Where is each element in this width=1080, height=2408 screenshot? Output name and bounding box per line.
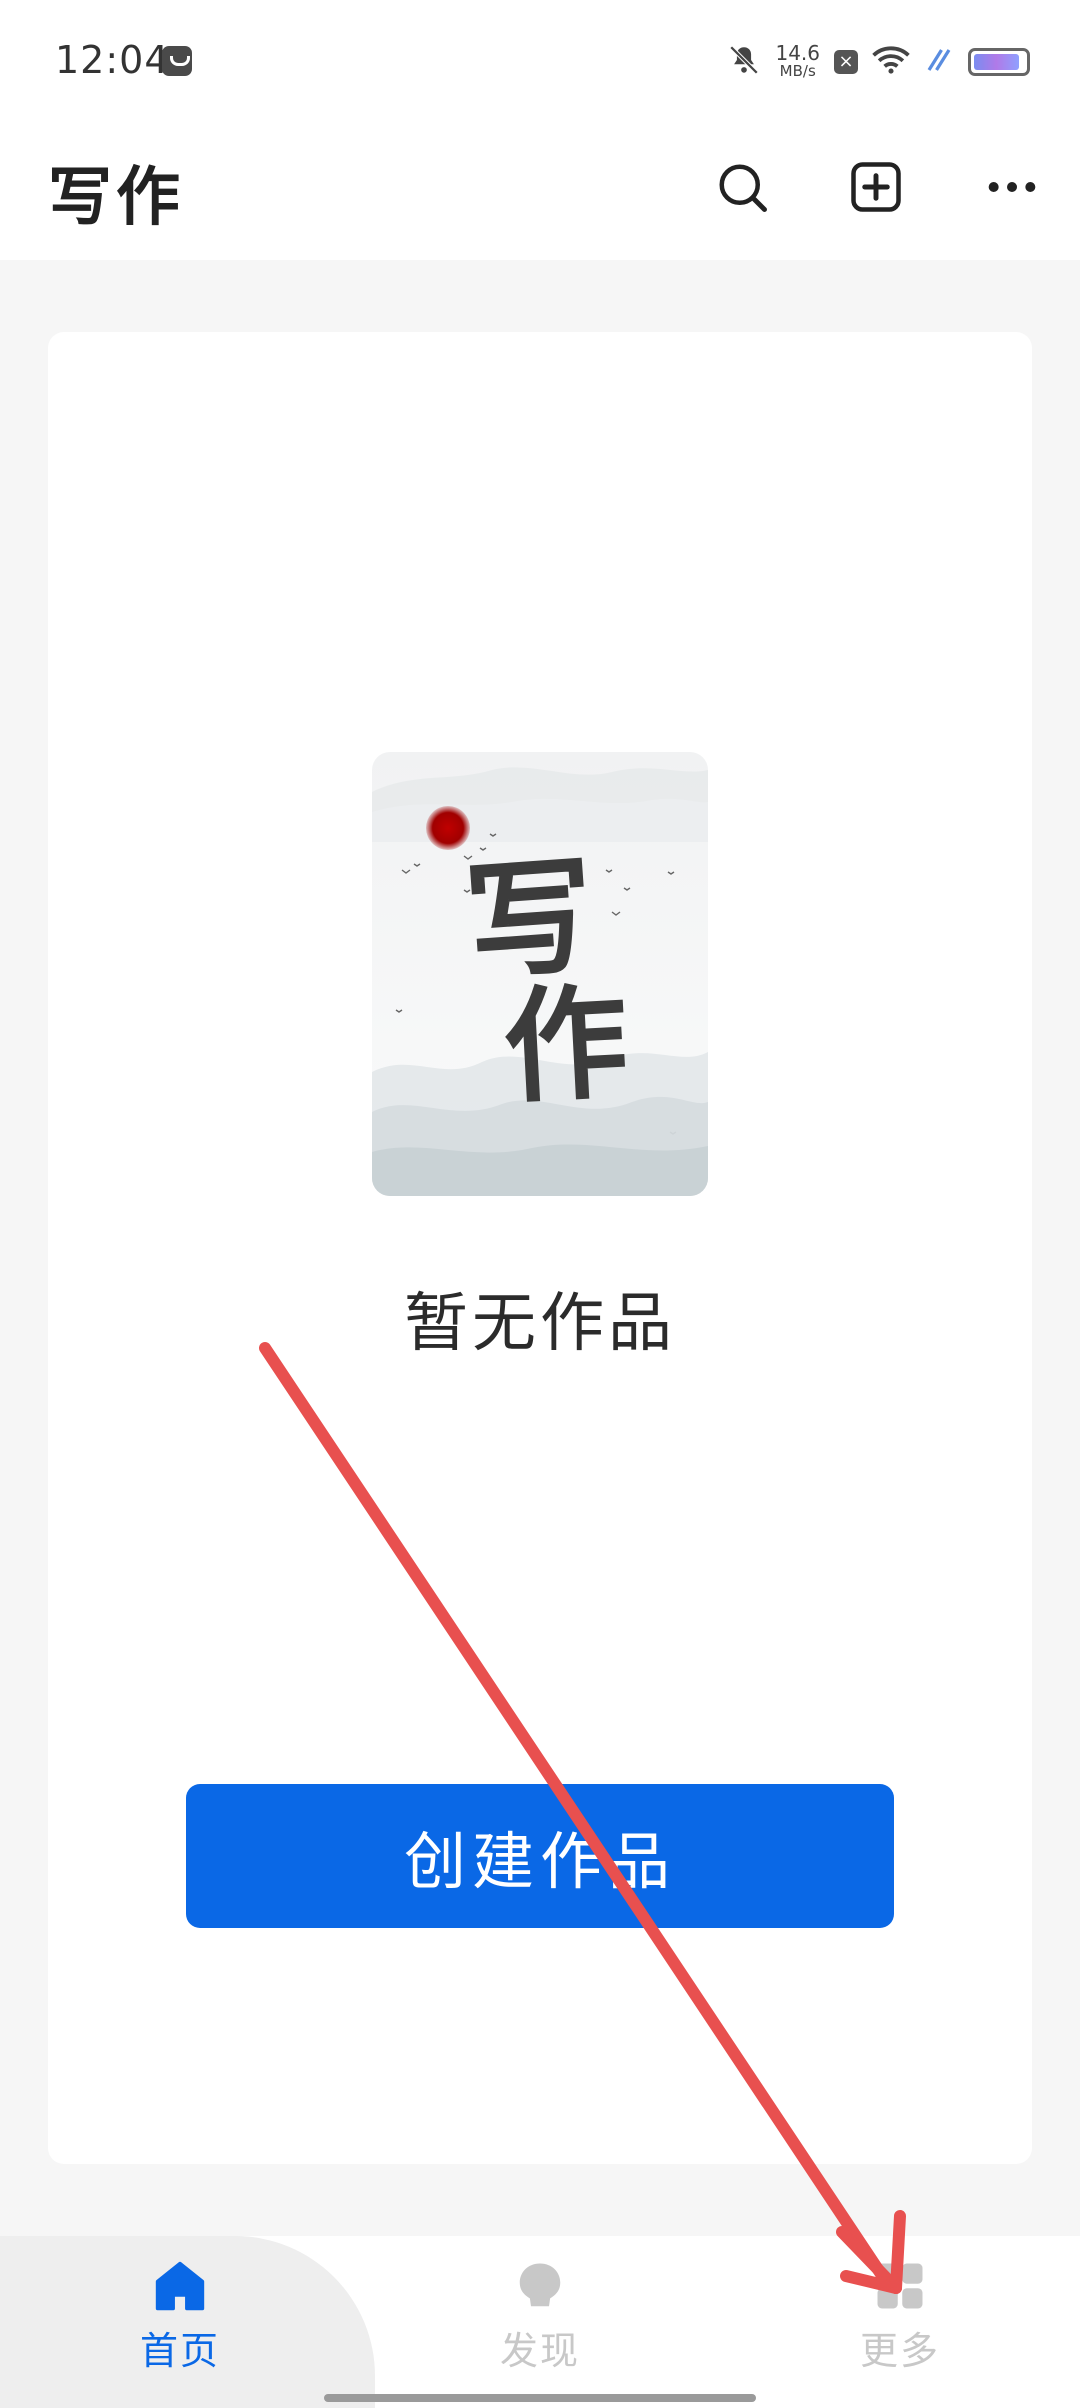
calligraphy-bottom: 作 (500, 970, 631, 1121)
close-badge-icon: × (834, 50, 858, 74)
empty-state-message: 暂无作品 (404, 1287, 676, 1361)
bell-muted-icon (727, 43, 761, 81)
more-button[interactable] (977, 152, 1047, 222)
bottom-nav: 首页 发现 更多 (0, 2236, 1080, 2408)
nav-label-home: 首页 (139, 2329, 220, 2373)
nav-label-discover: 发现 (499, 2329, 580, 2373)
create-work-button[interactable]: 创建作品 (186, 1784, 894, 1928)
net-speed-unit: MB/s (779, 62, 816, 80)
more-dots-icon (988, 182, 1036, 192)
nav-item-more[interactable]: 更多 (800, 2258, 1000, 2388)
grid-more-icon (872, 2258, 928, 2314)
add-square-icon (851, 162, 901, 212)
home-icon (152, 2258, 208, 2314)
status-icons: 14.6 MB/s × (727, 42, 1030, 82)
screen: 12:04 14.6 MB/s × 写作 写 作 暂无作品 创建作品 首页 发现… (0, 0, 1080, 2408)
charging-icon (924, 45, 954, 79)
discover-bulb-icon (512, 2258, 568, 2314)
writing-illustration: 写 作 (372, 752, 708, 1196)
battery-level (974, 54, 1019, 70)
notification-app-icon (162, 46, 192, 76)
home-indicator (324, 2394, 756, 2402)
nav-item-discover[interactable]: 发现 (440, 2258, 640, 2388)
empty-state-card: 写 作 暂无作品 创建作品 (48, 332, 1032, 2164)
nav-item-home[interactable]: 首页 (80, 2258, 280, 2388)
app-bar: 写作 (0, 130, 1080, 260)
add-button[interactable] (841, 152, 911, 222)
wifi-icon (872, 45, 910, 79)
nav-label-more: 更多 (859, 2329, 940, 2373)
net-speed-value: 14.6 (775, 41, 820, 65)
page-title: 写作 (48, 161, 184, 235)
search-icon (719, 164, 767, 212)
battery-icon (968, 48, 1030, 76)
status-time: 12:04 (55, 38, 170, 82)
search-button[interactable] (707, 152, 777, 222)
status-bar: 12:04 14.6 MB/s × (0, 0, 1080, 130)
net-speed: 14.6 MB/s (775, 41, 820, 80)
